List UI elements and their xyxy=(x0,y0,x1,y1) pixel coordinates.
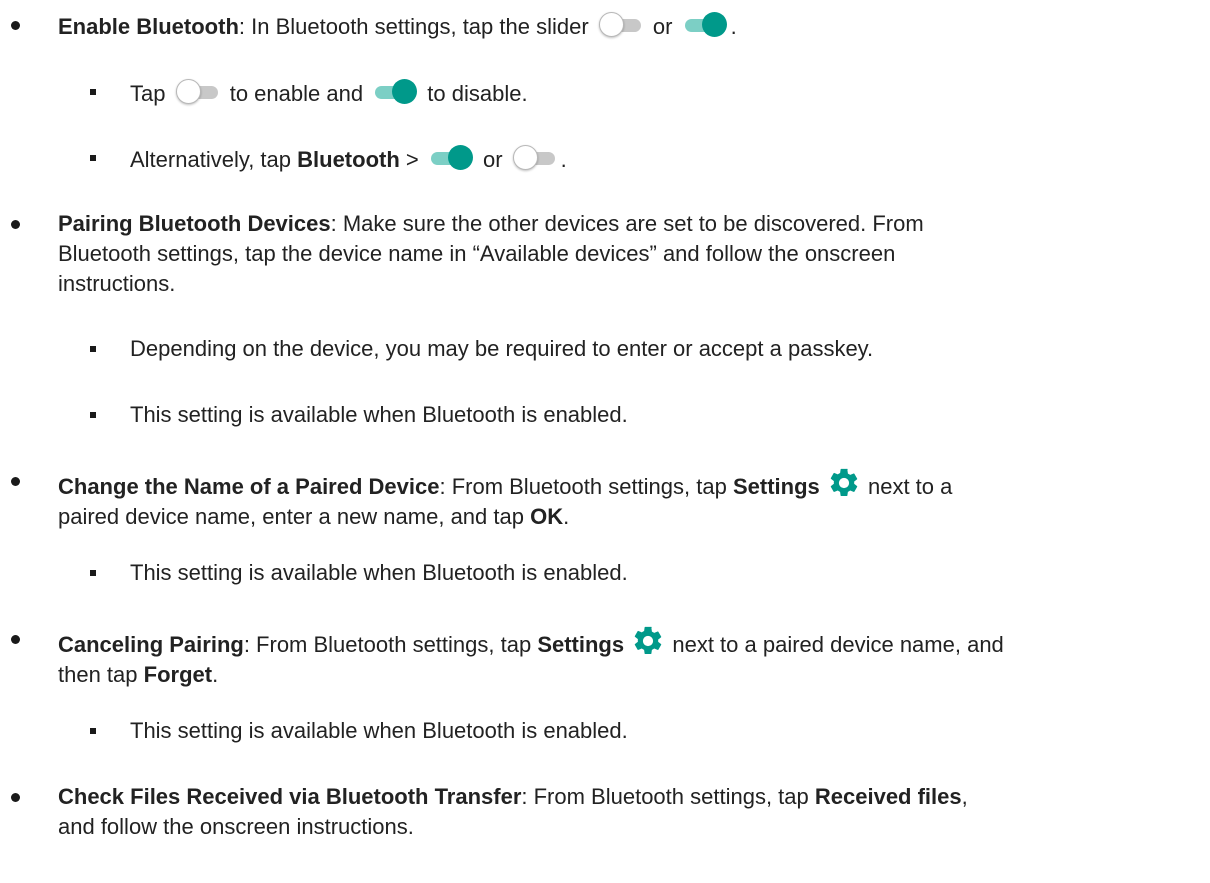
toggle-off-icon xyxy=(511,143,559,173)
item-title: Check Files Received via Bluetooth Trans… xyxy=(58,784,522,809)
document-page: Enable Bluetooth: In Bluetooth settings,… xyxy=(0,0,1210,883)
item-title: Canceling Pairing xyxy=(58,632,244,657)
toggle-on-icon xyxy=(427,143,475,173)
gear-icon xyxy=(635,626,662,655)
bullet xyxy=(11,21,20,30)
toggle-on-icon xyxy=(371,77,419,107)
bullet xyxy=(11,793,20,802)
square-bullet xyxy=(90,570,96,576)
square-bullet xyxy=(90,728,96,734)
square-bullet xyxy=(90,346,96,352)
square-bullet xyxy=(90,89,96,95)
bullet xyxy=(11,635,20,644)
gear-icon xyxy=(830,468,858,497)
item-title: Change the Name of a Paired Device xyxy=(58,474,440,499)
square-bullet xyxy=(90,155,96,161)
toggle-off-icon xyxy=(597,10,645,40)
toggle-on-icon xyxy=(681,10,729,40)
item-title: Enable Bluetooth xyxy=(58,14,239,39)
bullet xyxy=(11,220,20,229)
square-bullet xyxy=(90,412,96,418)
bullet xyxy=(11,477,20,486)
item-title: Pairing Bluetooth Devices xyxy=(58,211,331,236)
toggle-off-icon xyxy=(174,77,222,107)
